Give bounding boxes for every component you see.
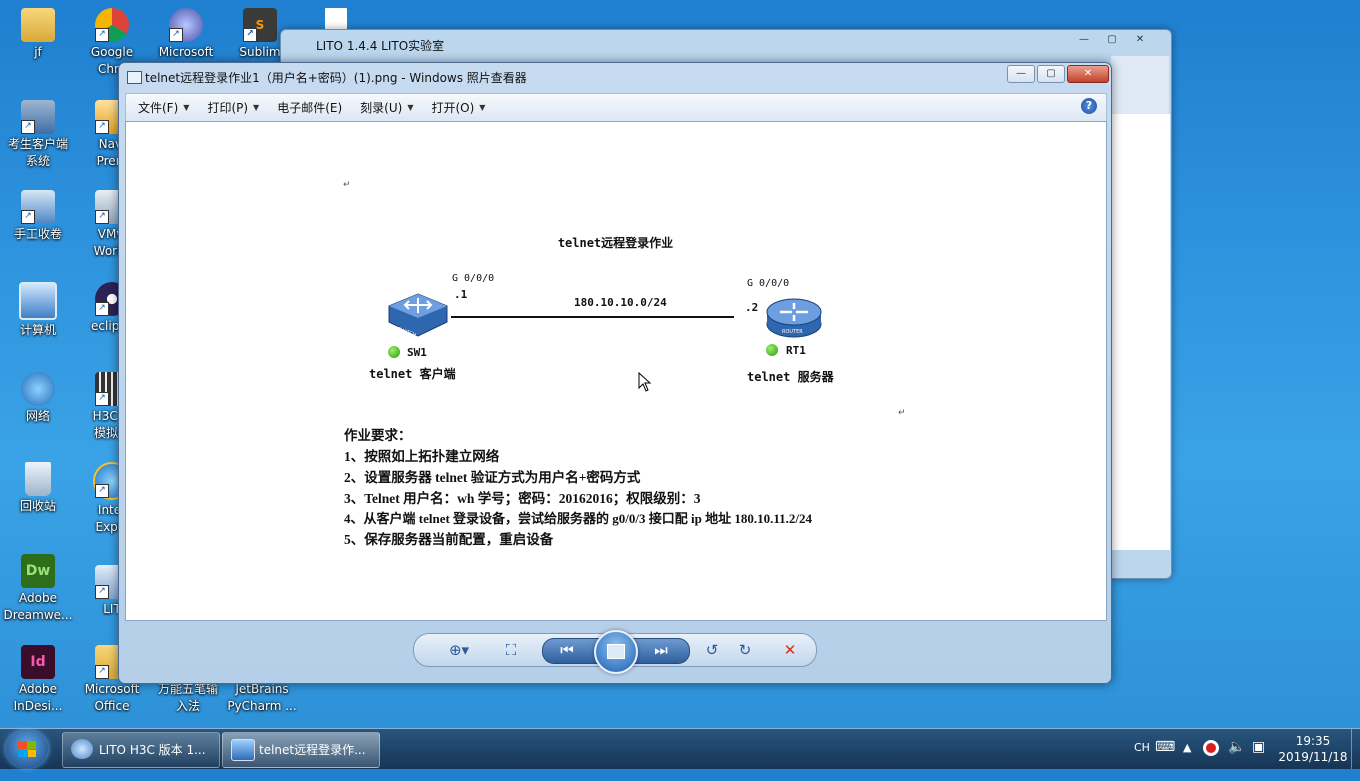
requirement-item: 1、按照如上拓扑建立网络 [344,449,500,464]
return-mark: ↵ [898,408,906,418]
rt-status-dot [766,344,778,356]
menu-open[interactable]: 打开(O) ▼ [431,99,485,116]
sw-status-dot [388,346,400,358]
sw-name: SW1 [407,346,427,359]
desktop-icon-indesign[interactable]: Id Adobe InDesi... [0,645,76,715]
network-label: 180.10.10.0/24 [574,296,667,309]
taskbar: LITO H3C 版本 1... telnet远程登录作... CH ⌨ ▲ 🔈… [0,728,1360,769]
delete-icon[interactable]: ✕ [779,640,801,660]
desktop-icon-network[interactable]: 网络 [0,372,76,425]
computer-icon [19,282,57,320]
volume-icon[interactable]: 🔈 [1228,739,1245,779]
chevron-down-icon: ▼ [253,103,260,112]
dreamweaver-icon: Dw [21,554,55,588]
desktop-icon-dreamweaver[interactable]: Dw Adobe Dreamwe... [0,554,76,624]
sw-port-label: G 0/0/0 [452,273,495,284]
start-button[interactable] [6,730,48,768]
taskbar-item-lito[interactable]: LITO H3C 版本 1... [62,732,220,768]
network-link [451,316,734,318]
clock[interactable]: 19:35 2019/11/18 [1278,733,1348,765]
chevron-down-icon: ▼ [183,103,190,112]
exam-client-icon: ↗ [21,100,55,134]
slideshow-button[interactable] [594,630,638,674]
show-hidden-icons[interactable]: ▲ [1183,741,1191,781]
doc-title: telnet远程登录作业 [557,236,674,250]
lito-content-area [1111,114,1170,550]
document-image: ↵ telnet远程登录作业 G 0/0/0 .1 G 0/0/0 .2 180… [321,180,910,556]
lito-window-title: LITO 1.4.4 LITO实验室 [316,39,445,53]
taskbar-item-photo-viewer[interactable]: telnet远程登录作... [222,732,380,768]
return-mark: ↵ [343,180,351,190]
viewer-controls: ⊕▾ ⛶ ⏮ ⏭ ↺ ↻ ✕ [413,630,817,674]
lito-minimize-button[interactable]: — [1071,32,1097,48]
lito-app-icon [71,739,93,759]
photo-viewer-taskbar-icon [231,739,255,761]
record-icon[interactable] [1203,740,1219,756]
switch-icon: SWITCH [388,293,448,338]
close-button[interactable]: ✕ [1067,65,1109,83]
network-icon [21,372,55,406]
desktop-icon-exam-client[interactable]: ↗ 考生客户端 系统 [0,100,76,170]
zoom-icon[interactable]: ⊕▾ [444,640,474,660]
mouse-cursor-icon [638,372,652,392]
menu-burn[interactable]: 刻录(U) ▼ [360,99,413,116]
lito-toolbar-area [1111,56,1169,114]
keyboard-icon[interactable]: ⌨ [1155,739,1175,779]
windows-logo-icon [18,741,36,757]
requirement-item: 3、Telnet 用户名：wh 学号；密码：20162016；权限级别：3 [344,491,701,506]
rotate-right-icon[interactable]: ↻ [734,640,756,660]
previous-icon[interactable]: ⏮ [556,640,578,660]
menu-file[interactable]: 文件(F) ▼ [138,99,189,116]
chrome-icon: ↗ [95,8,129,42]
clock-date: 2019/11/18 [1278,750,1348,764]
rt-ip-label: .2 [745,301,759,314]
router-icon: ROUTER [766,298,822,338]
user-folder-icon [21,8,55,42]
requirement-item: 2、设置服务器 telnet 验证方式为用户名+密码方式 [344,470,641,485]
clock-time: 19:35 [1295,734,1331,748]
maximize-button[interactable]: ▢ [1037,65,1065,83]
menu-bar: 文件(F) ▼ 打印(P) ▼ 电子邮件(E) 刻录(U) ▼ 打开(O) ▼ ? [125,93,1107,122]
microsoft-icon: ↗ [169,8,203,42]
desktop-icon-manual-collect[interactable]: ↗ 手工收卷 [0,190,76,243]
requirements-title: 作业要求： [344,428,412,443]
help-icon[interactable]: ? [1081,98,1097,114]
rt-role: telnet 服务器 [747,370,834,384]
lito-maximize-button[interactable]: ▢ [1099,32,1125,48]
rt-port-label: G 0/0/0 [747,278,790,289]
show-desktop-button[interactable] [1351,729,1360,769]
indesign-icon: Id [21,645,55,679]
chevron-down-icon: ▼ [479,103,486,112]
requirement-item: 4、从客户端 telnet 登录设备，尝试给服务器的 g0/0/3 接口配 ip… [344,511,813,526]
menu-print[interactable]: 打印(P) ▼ [207,99,259,116]
router-icon-text: ROUTER [782,329,803,335]
menu-email[interactable]: 电子邮件(E) [277,99,342,116]
network-tray-icon[interactable]: ▣ [1252,739,1265,779]
next-icon[interactable]: ⏭ [650,640,672,660]
desktop-icon-jf[interactable]: jf [0,8,76,61]
chevron-down-icon: ▼ [407,103,414,112]
image-canvas[interactable]: ↵ telnet远程登录作业 G 0/0/0 .1 G 0/0/0 .2 180… [125,121,1107,621]
rt-name: RT1 [786,344,806,357]
recycle-bin-icon [25,462,51,496]
slideshow-icon [607,644,625,659]
sw-role: telnet 客户端 [369,367,456,381]
requirement-item: 5、保存服务器当前配置，重启设备 [344,532,554,547]
lito-close-button[interactable]: ✕ [1127,32,1153,48]
rotate-left-icon[interactable]: ↺ [701,640,723,660]
photo-viewer-app-icon [127,71,142,84]
sublime-icon: S ↗ [243,8,277,42]
sw-ip-label: .1 [454,288,468,301]
photo-viewer-window[interactable]: telnet远程登录作业1（用户名+密码）(1).png - Windows 照… [118,62,1112,684]
desktop-icon-computer[interactable]: 计算机 [0,282,76,339]
desktop-icon-recycle-bin[interactable]: 回收站 [0,462,76,515]
desktop-icon-microsoft[interactable]: ↗ Microsoft [148,8,224,61]
actual-size-icon[interactable]: ⛶ [500,640,522,660]
viewer-window-title: telnet远程登录作业1（用户名+密码）(1).png - Windows 照… [145,71,527,85]
manual-collect-icon: ↗ [21,190,55,224]
ime-indicator[interactable]: CH [1134,741,1150,781]
minimize-button[interactable]: — [1007,65,1035,83]
